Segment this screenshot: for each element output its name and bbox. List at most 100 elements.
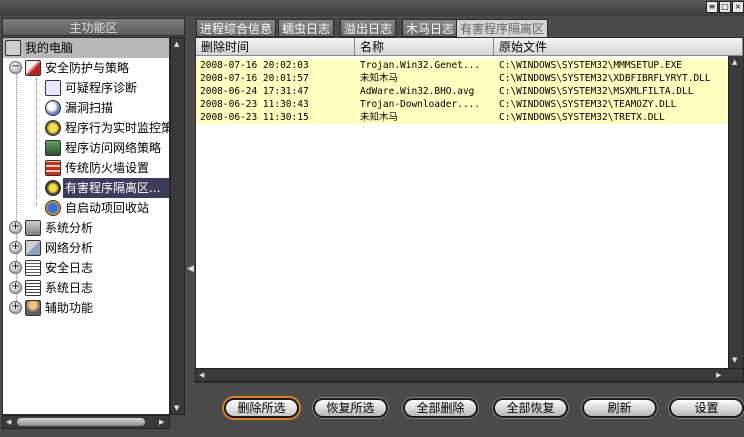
close-icon[interactable]: × bbox=[732, 1, 744, 13]
log-icon bbox=[25, 280, 41, 296]
tree-node-label: 有害程序隔离区... bbox=[63, 178, 169, 198]
expand-icon[interactable]: + bbox=[9, 281, 22, 294]
network-icon bbox=[25, 240, 41, 256]
collapse-left-icon[interactable]: ◀ bbox=[187, 264, 194, 274]
restore-selected-button[interactable]: 恢复所选 bbox=[313, 398, 388, 418]
tree-node-label: 系统分析 bbox=[45, 221, 94, 235]
tree-node-label: 系统日志 bbox=[45, 281, 94, 295]
tree-node-label: 程序访问网络策略 bbox=[65, 141, 162, 155]
tree-node-sec-log[interactable]: + 安全日志 bbox=[3, 258, 169, 278]
table-row[interactable]: 2008-06-23 11:30:43 Trojan-Downloader...… bbox=[196, 98, 743, 111]
refresh-button[interactable]: 刷新 bbox=[582, 398, 657, 418]
scroll-down-icon[interactable]: ▼ bbox=[732, 356, 737, 364]
scroll-right-icon[interactable]: ▶ bbox=[159, 418, 164, 426]
cell-delete-time: 2008-06-23 11:30:43 bbox=[200, 99, 309, 110]
delete-selected-button[interactable]: 删除所选 bbox=[224, 398, 299, 418]
scroll-up-icon[interactable]: ▲ bbox=[732, 58, 737, 66]
tab-quarantine[interactable]: 有害程序隔离区 bbox=[456, 19, 549, 38]
magnifier-icon bbox=[45, 100, 61, 116]
restore-all-button[interactable]: 全部恢复 bbox=[493, 398, 568, 418]
tree-node-label: 安全日志 bbox=[45, 261, 94, 275]
tree-node-my-computer[interactable]: 我的电脑 bbox=[3, 38, 169, 58]
tree-node-behavior-monitor[interactable]: 程序行为实时监控策 bbox=[3, 118, 169, 138]
tree-horizontal-scrollbar[interactable]: ◀ ▶ bbox=[2, 415, 170, 429]
tab-overflow-log[interactable]: 溢出日志 bbox=[340, 19, 397, 37]
scroll-down-icon[interactable]: ▼ bbox=[174, 404, 179, 412]
scroll-thumb[interactable] bbox=[17, 418, 145, 426]
function-tree: 我的电脑 − 安全防护与策略 可疑程序诊断 漏洞扫描 程序行为实时监控策 程序访… bbox=[2, 37, 170, 415]
expand-icon[interactable]: + bbox=[9, 241, 22, 254]
tree-node-sys-analysis[interactable]: + 系统分析 bbox=[3, 218, 169, 238]
cell-name: AdWare.Win32.BHO.avg bbox=[360, 86, 475, 97]
expand-icon[interactable]: + bbox=[9, 261, 22, 274]
tree-node-suspicious-diag[interactable]: 可疑程序诊断 bbox=[3, 78, 169, 98]
hazard-icon bbox=[45, 180, 61, 196]
recycle-icon bbox=[45, 200, 61, 216]
tree-node-label: 传统防火墙设置 bbox=[65, 161, 150, 175]
cell-delete-time: 2008-07-16 20:02:03 bbox=[200, 60, 309, 71]
maximize-icon[interactable]: □ bbox=[719, 1, 731, 13]
tree-node-aux-func[interactable]: + 辅助功能 bbox=[3, 298, 169, 318]
column-header-delete-time[interactable]: 删除时间 bbox=[196, 38, 355, 56]
collapse-icon[interactable]: − bbox=[9, 61, 22, 74]
tree-node-label: 自启动项回收站 bbox=[65, 201, 150, 215]
table-row[interactable]: 2008-06-23 11:30:15 未知木马 C:\WINDOWS\SYST… bbox=[196, 111, 743, 124]
tree-node-quarantine[interactable]: 有害程序隔离区... bbox=[3, 178, 169, 198]
cell-original-file: C:\WINDOWS\SYSTEM32\MSXMLFILTA.DLL bbox=[499, 86, 694, 97]
shield-policy-icon bbox=[25, 60, 41, 76]
tree-node-label: 漏洞扫描 bbox=[65, 101, 114, 115]
cell-original-file: C:\WINDOWS\SYSTEM32\TEAMOZY.DLL bbox=[499, 99, 677, 110]
cell-name: 未知木马 bbox=[360, 112, 399, 123]
tree-node-label: 辅助功能 bbox=[45, 301, 94, 315]
quarantine-list: 删除时间 名称 原始文件 2008-07-16 20:02:03 Trojan.… bbox=[195, 37, 744, 383]
expand-icon[interactable]: + bbox=[9, 301, 22, 314]
tab-worm-log[interactable]: 蠕虫日志 bbox=[278, 19, 335, 37]
tree-node-label-suffix: ... bbox=[149, 181, 161, 195]
table-row[interactable]: 2008-07-16 20:02:03 Trojan.Win32.Genet..… bbox=[196, 59, 743, 72]
computer-icon bbox=[5, 40, 21, 56]
tree-node-net-access[interactable]: 程序访问网络策略 bbox=[3, 138, 169, 158]
tree-node-label: 程序行为实时监控策 bbox=[65, 121, 170, 135]
title-bar: ≡ □ × bbox=[0, 0, 744, 16]
list-vertical-scrollbar[interactable]: ▲ ▼ bbox=[728, 56, 743, 368]
diagnose-icon bbox=[45, 80, 61, 96]
column-header-name[interactable]: 名称 bbox=[355, 38, 494, 56]
tab-trojan-log[interactable]: 木马日志 bbox=[402, 19, 459, 37]
tree-node-net-analysis[interactable]: + 网络分析 bbox=[3, 238, 169, 258]
delete-all-button[interactable]: 全部删除 bbox=[403, 398, 478, 418]
cell-original-file: C:\WINDOWS\SYSTEM32\XDBFIBRFLYRYT.DLL bbox=[499, 73, 711, 84]
cell-name: 未知木马 bbox=[360, 73, 399, 84]
tree-vertical-scrollbar[interactable]: ▲ ▼ bbox=[170, 37, 185, 415]
scroll-left-icon[interactable]: ◀ bbox=[199, 371, 204, 379]
cell-delete-time: 2008-06-23 11:30:15 bbox=[200, 112, 309, 123]
tree-node-security-policy[interactable]: − 安全防护与策略 bbox=[3, 58, 169, 78]
column-header-original-file[interactable]: 原始文件 bbox=[494, 38, 743, 56]
tree-node-label: 我的电脑 bbox=[25, 41, 74, 55]
tree-node-firewall[interactable]: 传统防火墙设置 bbox=[3, 158, 169, 178]
scroll-up-icon[interactable]: ▲ bbox=[174, 40, 179, 48]
tree-node-label-text: 有害程序隔离区 bbox=[65, 181, 150, 195]
firewall-icon bbox=[45, 160, 61, 176]
cell-name: Trojan-Downloader.... bbox=[360, 99, 481, 110]
tree-node-label: 网络分析 bbox=[45, 241, 94, 255]
settings-button[interactable]: 设置 bbox=[669, 398, 744, 418]
left-panel-title: 主功能区 bbox=[2, 18, 185, 36]
scroll-left-icon[interactable]: ◀ bbox=[6, 418, 11, 426]
scroll-right-icon[interactable]: ▶ bbox=[716, 371, 721, 379]
tree-node-label: 可疑程序诊断 bbox=[65, 81, 138, 95]
list-horizontal-scrollbar[interactable]: ◀ ▶ bbox=[195, 368, 744, 382]
tree-node-vuln-scan[interactable]: 漏洞扫描 bbox=[3, 98, 169, 118]
tree-node-sys-log[interactable]: + 系统日志 bbox=[3, 278, 169, 298]
table-row[interactable]: 2008-06-24 17:31:47 AdWare.Win32.BHO.avg… bbox=[196, 85, 743, 98]
tab-process-info[interactable]: 进程综合信息 bbox=[196, 19, 277, 37]
expand-icon[interactable]: + bbox=[9, 221, 22, 234]
panel-splitter[interactable]: ◀ bbox=[186, 18, 194, 430]
helper-icon bbox=[25, 300, 41, 316]
tree-node-startup-recycle[interactable]: 自启动项回收站 bbox=[3, 198, 169, 218]
table-row[interactable]: 2008-07-16 20:01:57 未知木马 C:\WINDOWS\SYST… bbox=[196, 72, 743, 85]
network-policy-icon bbox=[45, 140, 61, 156]
system-icon bbox=[25, 220, 41, 236]
log-icon bbox=[25, 260, 41, 276]
menu-icon[interactable]: ≡ bbox=[706, 1, 718, 13]
cell-delete-time: 2008-06-24 17:31:47 bbox=[200, 86, 309, 97]
